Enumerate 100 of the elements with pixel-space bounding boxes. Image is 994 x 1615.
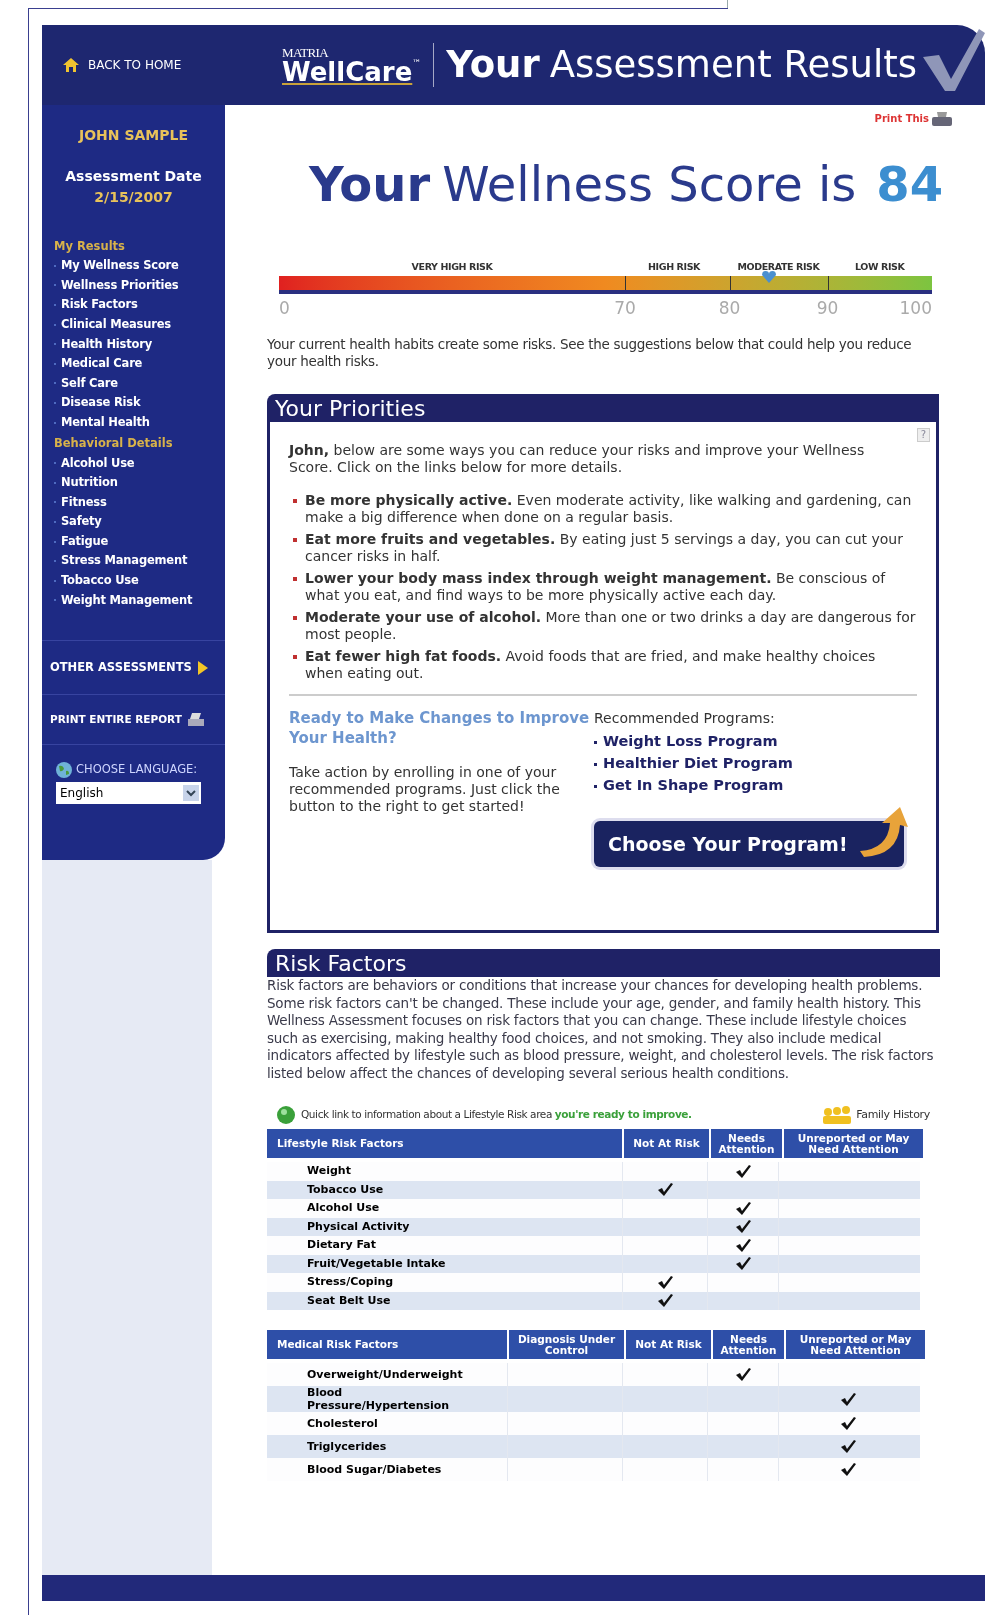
program-link[interactable]: Weight Loss Program [603,731,778,753]
section-header: Risk Factors [267,949,940,977]
sidebar-link[interactable]: Alcohol Use [61,454,135,472]
column-header: Needs Attention [713,1330,784,1359]
arrow-icon [857,807,908,857]
risk-zone-label: VERY HIGH RISK [411,260,493,274]
sidebar-link[interactable]: Safety [61,513,102,531]
print-report-link[interactable]: PRINT ENTIRE REPORT [50,711,182,728]
family-icon [822,1106,853,1124]
column-header: Medical Risk Factors [267,1330,507,1359]
column-header: Not At Risk [626,1330,711,1359]
column-header: Unreported or May Need Attention [786,1330,925,1359]
risk-zone-label: HIGH RISK [648,260,701,274]
sidebar-link[interactable]: Medical Care [61,355,143,373]
section-header: Your Priorities [267,394,939,422]
title-text: Your [446,42,540,89]
ready-text: Take action by enrolling in one of your recommended programs. Just click the button to the right to get started! [289,764,561,815]
sidebar-link[interactable]: Clinical Measures [61,315,171,334]
dot-icon [277,1106,295,1124]
legend-text: Quick link to information about a Lifestyle Risk area you're ready to improve. [301,1107,692,1123]
sidebar-link[interactable]: Disease Risk [61,394,141,412]
risk-factor-name[interactable]: Seat Belt Use [267,1291,622,1310]
globe-icon [56,761,72,778]
tick-label: 70 [614,297,636,320]
column-header: Lifestyle Risk Factors [267,1129,622,1158]
logo-text: WellCare [282,58,413,85]
risk-factor-name: Blood Sugar/Diabetes [306,1462,443,1478]
play-icon [197,660,208,675]
risk-factor-name: Triglycerides [306,1439,388,1455]
bullet-icon [594,740,597,744]
bullet-icon [293,655,297,659]
risk-factor-name[interactable]: Physical Activity [267,1217,622,1236]
priority-text: Be more physically active. Even moderate activity, like walking and gardening, can make a big difference when done on a regular basis. [305,492,913,526]
risk-factor-name: Blood Pressure/Hypertension [306,1386,451,1412]
score-value: 84 [876,160,944,208]
print-link[interactable]: Print This [874,111,929,126]
priority-text: Eat more fruits and vegetables. By eating just 5 servings a day, you can cut your cancer risks in half. [305,531,904,565]
column-header: Diagnosis Under Control [509,1330,624,1359]
bullet-icon [293,538,297,542]
priorities-intro: John, below are some ways you can reduce your risks and improve your Wellness Score. Click on the links below for more details. [289,442,866,476]
trademark-mark: ™ [412,58,422,68]
program-link[interactable]: Healthier Diet Program [603,753,793,775]
sidebar-link[interactable]: Mental Health [61,413,150,432]
sidebar-link[interactable]: Nutrition [61,474,118,492]
column-header: Needs Attention [711,1129,782,1158]
back-to-home-link[interactable]: BACK TO HOME [88,56,182,74]
language-dropdown[interactable]: English [56,782,201,805]
risk-factor-name[interactable]: Dietary Fat [267,1236,622,1255]
choose-program-button[interactable]: Choose Your Program! [594,821,904,867]
program-link[interactable]: Get In Shape Program [603,775,784,797]
tick-label: 80 [718,297,741,320]
bullet-icon [594,762,597,766]
tick-label: 90 [816,297,839,320]
bullet-icon [293,499,297,503]
sidebar-heading: My Results [54,238,126,255]
printer-icon [932,111,952,126]
score-heading: Wellness Score is [442,160,857,208]
other-assessments-link[interactable]: OTHER ASSESSMENTS [50,658,192,677]
sidebar-link[interactable]: Health History [61,335,152,353]
tick-label: 0 [279,297,290,320]
intro-text: Your current health habits create some risks. See the suggestions below that could help you reduce your health risks. [267,336,913,370]
sidebar-heading: Behavioral Details [54,435,174,453]
score-heading: Your [309,160,431,208]
priority-text: Eat fewer high fat foods. Avoid foods that are fried, and make healthy choices when eating out. [305,648,877,682]
sidebar-link[interactable]: Risk Factors [61,296,138,314]
risk-factors-text: Risk factors are behaviors or conditions that increase your chances for developing health problems. Some risk factors can't be changed. These include your age, gender, and family health history. This Wellness Assessment focuses on risk factors that you can change. These include lifestyle choices such as exercising, making healthy food choices, and not smoking. They also include medical indicators affected by lifestyle such as blood pressure, weight, and cholesterol levels. The risk factors listed below affect the chances of developing several serious health conditions. [267,977,935,1082]
bullet-icon [293,577,297,581]
sidebar-link[interactable]: Self Care [61,374,118,392]
risk-zone-label: MODERATE RISK [737,260,820,274]
family-history-label: Family History [856,1106,930,1123]
risk-zone-label: LOW RISK [855,260,905,274]
sidebar-link[interactable]: Tobacco Use [61,572,139,590]
user-name: JOHN SAMPLE [77,126,189,145]
risk-factor-name[interactable]: Stress/Coping [267,1273,622,1292]
bullet-icon [293,616,297,620]
sidebar-link[interactable]: Fatigue [61,532,109,551]
tick-label: 100 [899,297,932,320]
sidebar-link[interactable]: My Wellness Score [61,257,179,275]
logo-subtext: MATRIA [282,45,330,59]
risk-factor-name[interactable]: Tobacco Use [267,1180,622,1199]
date-value: 2/15/2007 [93,188,174,207]
printer-icon [187,712,204,727]
date-label: Assessment Date [64,167,203,186]
priority-text: Moderate your use of alcohol. More than one or two drinks a day are dangerous for most people. [305,609,917,643]
sidebar-link[interactable]: Fitness [61,493,107,511]
title-text: Assessment Results [549,42,917,89]
risk-factor-name[interactable]: Weight [267,1162,622,1181]
sidebar-link[interactable]: Stress Management [61,552,188,570]
ready-heading: Ready to Make Changes to Improve Your Health? [289,708,591,748]
checkmark-icon [921,27,985,93]
sidebar-link[interactable]: Wellness Priorities [61,276,179,294]
language-label: CHOOSE LANGUAGE: [76,761,198,779]
sidebar-link[interactable]: Weight Management [61,591,193,609]
risk-factor-name[interactable]: Fruit/Vegetable Intake [267,1254,622,1273]
priority-text: Lower your body mass index through weight management. Be conscious of what you eat, and find ways to be more physically active each day. [305,570,887,604]
column-header: Not At Risk [624,1129,709,1158]
column-header: Unreported or May Need Attention [784,1129,923,1158]
home-icon [62,57,80,73]
risk-factor-name[interactable]: Alcohol Use [267,1199,622,1218]
programs-label: Recommended Programs: [594,709,776,728]
